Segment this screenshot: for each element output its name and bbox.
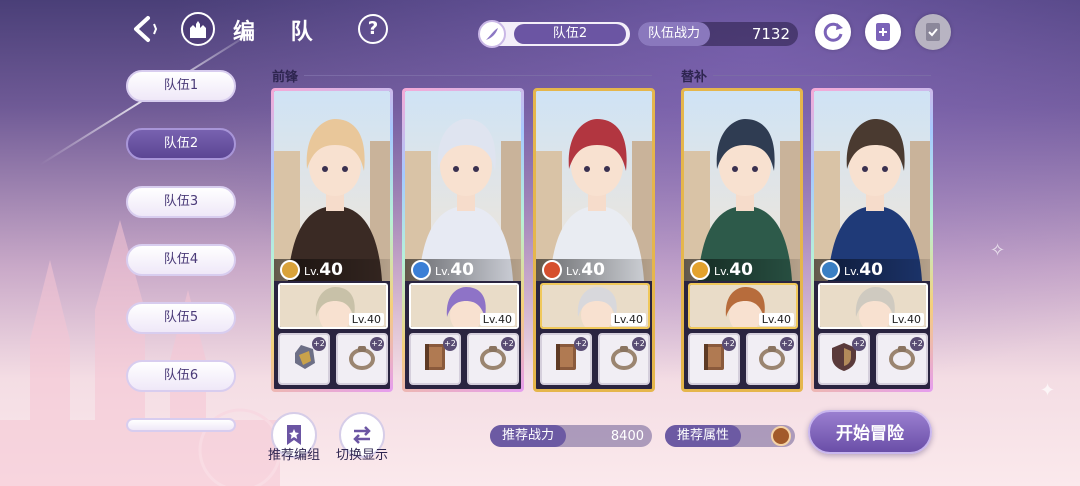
star-bookmark-icon <box>287 425 301 445</box>
refresh-button[interactable] <box>815 14 851 50</box>
back-arrow-icon <box>134 16 158 42</box>
equipment-slot[interactable]: +2 <box>818 333 870 385</box>
upgrade-badge: +2 <box>370 337 384 351</box>
character-card[interactable]: Lv.40 Lv.40 +2 +2 <box>533 88 655 392</box>
equipment-slot[interactable]: +2 <box>540 333 592 385</box>
character-card[interactable]: Lv.40 Lv.40 +2 +2 <box>681 88 803 392</box>
equipment-slot[interactable]: +2 <box>278 333 330 385</box>
support-level: Lv.40 <box>888 313 924 326</box>
character-level: Lv.40 <box>435 260 474 280</box>
equipment-slot[interactable]: +2 <box>598 333 650 385</box>
castle-icon <box>190 21 206 38</box>
equipment-slot[interactable]: +2 <box>876 333 928 385</box>
upgrade-badge: +2 <box>312 337 326 351</box>
element-icon <box>542 260 562 280</box>
sub-section-divider <box>713 75 931 76</box>
upgrade-badge: +2 <box>722 337 736 351</box>
equipment-slot[interactable]: +2 <box>688 333 740 385</box>
character-portrait <box>814 91 930 281</box>
character-portrait <box>274 91 390 281</box>
front-section-title: 前锋 <box>272 70 299 85</box>
sparkle-icon: ✧ <box>990 240 1006 261</box>
character-card[interactable]: Lv.40 Lv.40 +2 +2 <box>811 88 933 392</box>
support-level: Lv.40 <box>758 313 794 326</box>
character-card[interactable]: Lv.40 Lv.40 +2 +2 <box>271 88 393 392</box>
tab-team-5[interactable]: 队伍5 <box>126 302 236 334</box>
current-team-label: 队伍2 <box>514 24 626 44</box>
equipment-slot[interactable]: +2 <box>409 333 461 385</box>
tab-team-2[interactable]: 队伍2 <box>126 128 236 160</box>
tab-team-6[interactable]: 队伍6 <box>126 360 236 392</box>
support-level: Lv.40 <box>348 313 384 326</box>
recommend-team-label: 推荐编组 <box>267 448 320 463</box>
start-adventure-button[interactable]: 开始冒险 <box>808 410 932 454</box>
recommended-attribute: 推荐属性 <box>665 425 795 447</box>
current-team-selector[interactable]: 队伍2 <box>478 20 630 48</box>
fire-element-icon <box>771 426 791 446</box>
equipment-slot[interactable]: +2 <box>746 333 798 385</box>
tab-team-3[interactable]: 队伍3 <box>126 186 236 218</box>
team-power-value: 7132 <box>751 25 790 43</box>
level-bar: Lv.40 <box>684 259 800 281</box>
character-portrait <box>405 91 521 281</box>
upgrade-badge: +2 <box>632 337 646 351</box>
upgrade-badge: +2 <box>501 337 515 351</box>
tab-team-7-partial[interactable] <box>126 418 236 432</box>
sparkle-icon: ✦ <box>1040 380 1056 401</box>
support-character[interactable]: Lv.40 <box>818 283 928 329</box>
add-document-icon <box>876 23 890 41</box>
element-icon <box>411 260 431 280</box>
upgrade-badge: +2 <box>443 337 457 351</box>
element-icon <box>280 260 300 280</box>
team-power-label: 队伍战力 <box>638 22 711 46</box>
character-portrait <box>684 91 800 281</box>
upgrade-badge: +2 <box>574 337 588 351</box>
tab-team-1[interactable]: 队伍1 <box>126 70 236 102</box>
element-icon <box>820 260 840 280</box>
character-level: Lv.40 <box>844 260 883 280</box>
check-document-icon <box>926 23 940 41</box>
level-bar: Lv.40 <box>274 259 390 281</box>
level-bar: Lv.40 <box>405 259 521 281</box>
page-title: 编 队 <box>233 20 327 45</box>
element-icon <box>690 260 710 280</box>
home-button[interactable] <box>181 12 215 46</box>
equipment-slot[interactable]: +2 <box>336 333 388 385</box>
support-character[interactable]: Lv.40 <box>409 283 519 329</box>
level-bar: Lv.40 <box>814 259 930 281</box>
recommended-power-value: 8400 <box>610 428 644 444</box>
support-level: Lv.40 <box>479 313 515 326</box>
confirm-button[interactable] <box>915 14 951 50</box>
character-level: Lv.40 <box>566 260 605 280</box>
support-character[interactable]: Lv.40 <box>540 283 650 329</box>
character-card[interactable]: Lv.40 Lv.40 +2 +2 <box>402 88 524 392</box>
recommended-power: 推荐战力 8400 <box>490 425 652 447</box>
support-character[interactable]: Lv.40 <box>688 283 798 329</box>
support-character[interactable]: Lv.40 <box>278 283 388 329</box>
front-section-divider <box>304 75 652 76</box>
character-portrait <box>536 91 652 281</box>
refresh-icon <box>823 22 843 42</box>
recommended-power-label: 推荐战力 <box>490 425 567 447</box>
feather-icon <box>478 20 506 48</box>
recommended-attribute-label: 推荐属性 <box>665 425 742 447</box>
sub-section-title: 替补 <box>681 70 708 85</box>
help-button[interactable]: ? <box>358 14 388 44</box>
level-bar: Lv.40 <box>536 259 652 281</box>
switch-display-label: 切换显示 <box>335 448 388 463</box>
character-level: Lv.40 <box>304 260 343 280</box>
upgrade-badge: +2 <box>910 337 924 351</box>
upgrade-badge: +2 <box>852 337 866 351</box>
swap-arrows-icon <box>353 426 371 444</box>
equipment-slot[interactable]: +2 <box>467 333 519 385</box>
upgrade-badge: +2 <box>780 337 794 351</box>
support-level: Lv.40 <box>610 313 646 326</box>
character-level: Lv.40 <box>714 260 753 280</box>
team-power: 队伍战力 7132 <box>638 22 798 46</box>
tab-team-4[interactable]: 队伍4 <box>126 244 236 276</box>
add-document-button[interactable] <box>865 14 901 50</box>
back-button[interactable] <box>128 12 162 46</box>
